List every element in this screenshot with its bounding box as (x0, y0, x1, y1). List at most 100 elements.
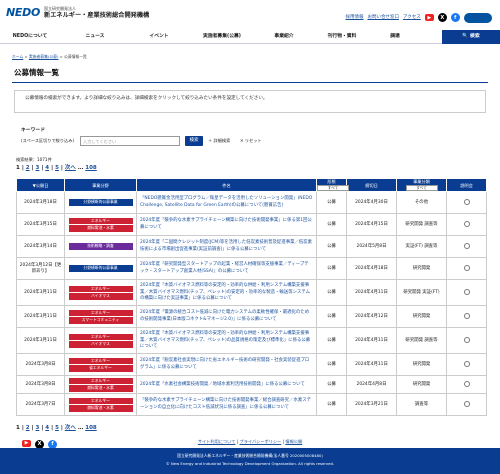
bookmark-radio-icon[interactable] (463, 264, 470, 271)
field-tag[interactable]: エネルギー (68, 357, 133, 365)
page-link-4[interactable]: 4 (45, 425, 49, 431)
breadcrumb-koubo[interactable]: 実施者募集(公募) (29, 54, 59, 59)
bookmark-radio-icon[interactable] (463, 336, 470, 343)
bookmark-radio-icon[interactable] (463, 220, 470, 227)
cell-date: 2024年3月12日【更新あり】 (16, 257, 65, 281)
cell-name-link[interactable]: 「NEDO懸賞金活用型プログラム／衛星データを活用したソリューション開発」(NE… (136, 191, 317, 215)
page-link-2[interactable]: 2 (26, 425, 30, 431)
footer-link-privacy[interactable]: プライバシーポリシー (240, 439, 282, 444)
util-link-recruit[interactable]: 採用情報 (345, 15, 363, 21)
reset-button[interactable]: ✕ リセット (240, 138, 262, 143)
status-select[interactable]: すべて (405, 185, 438, 192)
youtube-icon[interactable]: ▶ (424, 14, 434, 22)
field-tag[interactable]: エネルギー (68, 217, 133, 225)
cell-name-link[interactable]: 2024年度「電源の統合コスト低減に向けた電力システムの柔軟性確保・最適化のため… (136, 305, 317, 329)
cell-bookmark (446, 257, 487, 281)
cell-name-link[interactable]: 2024年度「木質バイオマス燃料等の安定的・効率的な供給・利用システム構築支援事… (136, 279, 317, 307)
table-row: 2024年3月15日 エネルギー 燃料電池・水素 2024年度「競争的な水素サプライチ… (16, 213, 487, 237)
bookmark-radio-icon[interactable] (463, 242, 470, 249)
field-tag[interactable]: エネルギー (68, 285, 133, 293)
page-link-5[interactable]: 5 (55, 165, 59, 171)
breadcrumb-home[interactable]: ホーム (12, 54, 23, 59)
page-link-1[interactable]: 1 (16, 425, 20, 431)
keyword-input[interactable]: 入力してください (80, 136, 180, 146)
cell-name-link[interactable]: 2024年度「競争的な水素サプライチェーン構築に向けた技術開発事業」に係る第1回… (136, 213, 317, 237)
field-tag[interactable]: 燃料電池・水素 (68, 385, 133, 392)
page-link-last[interactable]: 108 (85, 165, 96, 171)
nav-item-projects[interactable]: 事業紹介 (256, 30, 312, 43)
footer-link-site-policy[interactable]: サイト利用について (198, 439, 236, 444)
field-tag[interactable]: エネルギー (68, 309, 133, 317)
page-link-1[interactable]: 1 (16, 165, 20, 171)
reset-label: リセット (244, 138, 262, 143)
nav-item-procurement[interactable]: 調達 (372, 30, 418, 43)
page-link-next[interactable]: 次へ (65, 165, 76, 171)
cell-name-link[interactable]: 2024年度「水素社会構築技術開発／地域水素利活用技術開発」に係る公募について (136, 375, 317, 395)
type-select[interactable]: すべて (317, 185, 349, 192)
keyword-label: キーワード (21, 128, 45, 133)
keyword-search-button[interactable]: 検索 (185, 136, 203, 146)
field-tag[interactable]: 分野横断的公募事業 (68, 199, 133, 207)
util-link-contact[interactable]: お問い合せ窓口 (367, 15, 399, 21)
bookmark-radio-icon[interactable] (463, 312, 470, 319)
cell-bookmark (446, 327, 487, 355)
search-button[interactable]: 🔍 検索 (442, 30, 500, 44)
cell-field: エネルギー 燃料電池・水素 (64, 375, 137, 395)
bookmark-radio-icon[interactable] (463, 400, 470, 407)
field-tag[interactable]: エネルギー (68, 333, 133, 341)
facebook-icon[interactable]: f (450, 13, 460, 23)
cell-name-link[interactable]: 「競争的な水素サプライチェーン構築に向けた技術開発事業／総合調査研究／水素ステー… (136, 393, 317, 417)
cell-name-link[interactable]: 2024年度「木質バイオマス燃料等の安定的・効率的な供給・利用システム構築支援事… (136, 327, 317, 355)
org-name: 新エネルギー・産業技術総合開発機構 (44, 12, 150, 19)
field-tag[interactable]: エネルギー (68, 397, 133, 405)
field-tag[interactable]: 技術戦略・調査 (68, 243, 133, 251)
x-icon[interactable]: X (437, 13, 447, 23)
cell-name-link[interactable]: 2024年度「二国間クレジット制度(JCM)等を活用した低炭素技術普及促進事業／… (136, 235, 317, 259)
english-button[interactable]: English (463, 13, 492, 23)
table-row: 2024年3月8日 エネルギー 燃料電池・水素 2024年度「水素社会構築技術開発／地… (16, 375, 487, 395)
col-header-date[interactable]: ▼公開日 (16, 177, 65, 193)
cell-deadline: 2024年4月30日 (346, 191, 397, 215)
cell-type: 公募 (316, 279, 347, 307)
nav-item-events[interactable]: イベント (130, 30, 188, 43)
cell-deadline: 2024年4月8日 (346, 375, 397, 395)
nav-item-publications[interactable]: 刊行物・資料 (312, 30, 372, 43)
page-link-last[interactable]: 108 (85, 425, 96, 431)
cell-type: 公募 (316, 393, 347, 417)
field-tag[interactable]: スマートコミュニティ (68, 317, 133, 324)
cell-type: 公募 (316, 191, 347, 215)
table-row: 2024年3月7日 エネルギー 燃料電池・水素 「競争的な水素サプライチェーン構築に向… (16, 393, 487, 417)
bookmark-radio-icon[interactable] (463, 288, 470, 295)
field-tag[interactable]: 燃料電池・水素 (68, 405, 133, 412)
footer-link-disclosure[interactable]: 情報公開 (285, 439, 302, 444)
page-link-2[interactable]: 2 (26, 165, 30, 171)
nedo-logo[interactable]: NEDO 国立研究開発法人 新エネルギー・産業技術総合開発機構 (6, 6, 149, 20)
nav-item-news[interactable]: ニュース (60, 30, 130, 43)
table-row: 2024年3月14日 技術戦略・調査 2024年度「二国間クレジット制度(JCM)等… (16, 235, 487, 259)
page-link-3[interactable]: 3 (36, 425, 40, 431)
cell-name-link[interactable]: 2024年度「脱炭素社会実現に向けた省エネルギー技術の研究開発・社会実装促進プロ… (136, 353, 317, 377)
field-tag[interactable]: バイオマス (68, 341, 133, 348)
cell-name-link[interactable]: 2024年度「研究開発型スタートアップの起業・経営人材確保等支援事業／ディープテ… (136, 257, 317, 281)
nav-item-about[interactable]: NEDOについて (0, 30, 60, 43)
page-link-5[interactable]: 5 (55, 425, 59, 431)
field-tag[interactable]: 分野横断的公募事業 (68, 265, 133, 273)
cell-deadline: 2024年3月21日 (346, 393, 397, 417)
org-small-label: 国立研究開発法人 (44, 6, 77, 11)
field-tag[interactable]: 省エネルギー (68, 365, 133, 372)
page-link-4[interactable]: 4 (45, 165, 49, 171)
util-link-access[interactable]: アクセス (403, 15, 421, 21)
field-tag[interactable]: バイオマス (68, 293, 133, 300)
bookmark-radio-icon[interactable] (463, 380, 470, 387)
page-link-next[interactable]: 次へ (65, 425, 76, 431)
nav-item-koubo[interactable]: 実施者募集(公募) (188, 30, 256, 43)
page-link-3[interactable]: 3 (36, 165, 40, 171)
cell-deadline: 2024年4月15日 (346, 213, 397, 237)
field-tag[interactable]: エネルギー (68, 377, 133, 385)
detail-search-toggle[interactable]: ＋ 詳細検索 (208, 138, 230, 143)
cell-field: エネルギー 燃料電池・水素 (64, 393, 137, 417)
field-tag[interactable]: 燃料電池・水素 (68, 225, 133, 232)
cell-field: 分野横断的公募事業 (64, 191, 137, 215)
bookmark-radio-icon[interactable] (463, 360, 470, 367)
bookmark-radio-icon[interactable] (463, 198, 470, 205)
